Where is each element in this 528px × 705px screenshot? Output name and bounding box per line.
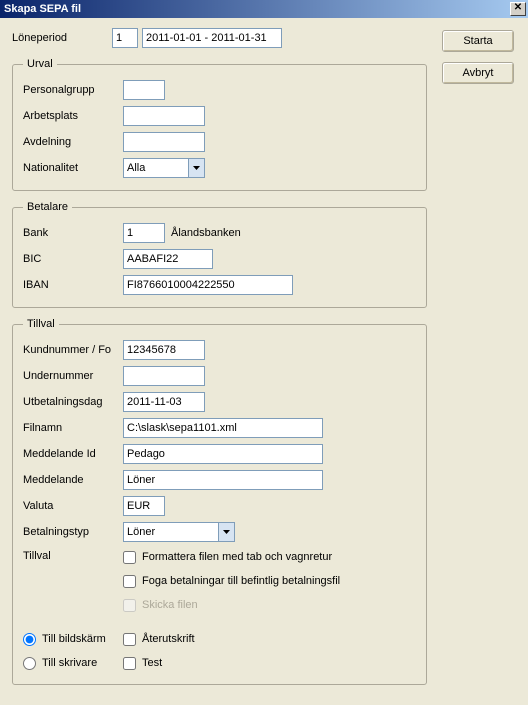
filnamn-input[interactable] xyxy=(123,418,323,438)
meddelandeid-input[interactable] xyxy=(123,444,323,464)
valuta-label: Valuta xyxy=(23,500,123,512)
kundnummer-label: Kundnummer / Fo xyxy=(23,344,123,356)
betalare-group: Betalare Bank Ålandsbanken BIC IBAN xyxy=(12,201,427,308)
tillval-legend: Tillval xyxy=(23,318,59,330)
opt-foga-label: Foga betalningar till befintlig betalnin… xyxy=(142,575,340,587)
utbetalningsdag-label: Utbetalningsdag xyxy=(23,396,123,408)
betalningstyp-select[interactable]: Löner xyxy=(123,522,235,542)
personalgrupp-label: Personalgrupp xyxy=(23,84,123,96)
period-range-input[interactable] xyxy=(142,28,282,48)
opt-tab-checkbox[interactable] xyxy=(123,551,136,564)
opt-foga-checkbox[interactable] xyxy=(123,575,136,588)
meddelandeid-label: Meddelande Id xyxy=(23,448,123,460)
meddelande-input[interactable] xyxy=(123,470,323,490)
bic-input[interactable] xyxy=(123,249,213,269)
opt-test-label: Test xyxy=(142,657,162,669)
avdelning-input[interactable] xyxy=(123,132,205,152)
start-button[interactable]: Starta xyxy=(442,30,514,52)
betalare-legend: Betalare xyxy=(23,201,72,213)
opt-tab-label: Formattera filen med tab och vagnretur xyxy=(142,551,332,563)
avdelning-label: Avdelning xyxy=(23,136,123,148)
radio-skrivare[interactable] xyxy=(23,657,36,670)
undernummer-label: Undernummer xyxy=(23,370,123,382)
personalgrupp-input[interactable] xyxy=(123,80,165,100)
period-code-input[interactable] xyxy=(112,28,138,48)
nationalitet-select[interactable]: Alla xyxy=(123,158,205,178)
bic-label: BIC xyxy=(23,253,123,265)
close-button[interactable]: ✕ xyxy=(510,2,526,16)
iban-input[interactable] xyxy=(123,275,293,295)
iban-label: IBAN xyxy=(23,279,123,291)
nationalitet-label: Nationalitet xyxy=(23,162,123,174)
bank-name-text: Ålandsbanken xyxy=(171,227,241,239)
valuta-input[interactable] xyxy=(123,496,165,516)
kundnummer-input[interactable] xyxy=(123,340,205,360)
tillval-group: Tillval Kundnummer / Fo Undernummer Utbe… xyxy=(12,318,427,685)
opt-skicka-label: Skicka filen xyxy=(142,599,198,611)
opt-test-checkbox[interactable] xyxy=(123,657,136,670)
urval-legend: Urval xyxy=(23,58,57,70)
undernummer-input[interactable] xyxy=(123,366,205,386)
period-label: Löneperiod xyxy=(12,32,112,44)
meddelande-label: Meddelande xyxy=(23,474,123,486)
bank-code-input[interactable] xyxy=(123,223,165,243)
utbetalningsdag-input[interactable] xyxy=(123,392,205,412)
radio-skrivare-label: Till skrivare xyxy=(42,657,97,669)
cancel-button[interactable]: Avbryt xyxy=(442,62,514,84)
close-icon: ✕ xyxy=(514,2,522,13)
filnamn-label: Filnamn xyxy=(23,422,123,434)
opt-skicka-checkbox xyxy=(123,599,136,612)
betalningstyp-label: Betalningstyp xyxy=(23,526,123,538)
title-bar: Skapa SEPA fil ✕ xyxy=(0,0,528,18)
urval-group: Urval Personalgrupp Arbetsplats Avdelnin… xyxy=(12,58,427,191)
radio-bildskarm-label: Till bildskärm xyxy=(42,633,106,645)
window-title: Skapa SEPA fil xyxy=(4,3,81,15)
arbetsplats-input[interactable] xyxy=(123,106,205,126)
opt-aterutskrift-checkbox[interactable] xyxy=(123,633,136,646)
bank-label: Bank xyxy=(23,227,123,239)
arbetsplats-label: Arbetsplats xyxy=(23,110,123,122)
opt-aterutskrift-label: Återutskrift xyxy=(142,633,195,645)
radio-bildskarm[interactable] xyxy=(23,633,36,646)
tillval-options-label: Tillval xyxy=(23,548,123,562)
